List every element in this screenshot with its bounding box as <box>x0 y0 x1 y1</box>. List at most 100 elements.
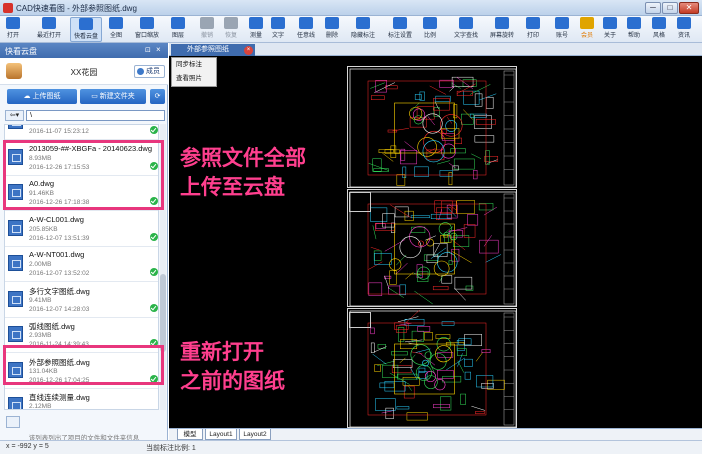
detail-frame <box>349 192 371 212</box>
toolbar-button-label: 快看云盘 <box>73 34 98 40</box>
help-icon <box>627 17 641 29</box>
toolbar-button-text-search[interactable]: 文字查找 <box>450 17 482 42</box>
scrollbar-thumb[interactable] <box>160 274 166 352</box>
maximize-button[interactable]: □ <box>662 2 678 14</box>
synced-check-icon <box>150 126 158 134</box>
dwg-file-icon <box>8 397 23 409</box>
main-toolbar: 打开 最近打开 快看云盘 全图 窗口缩放 图层 撤销 恢复 测量 文字 任意线 删除 隐藏标注 标注设置 比… <box>0 16 702 43</box>
detail-frame <box>349 312 371 328</box>
upload-label: 上传图纸 <box>32 93 61 100</box>
user-account-icon <box>555 17 569 29</box>
toolbar-button-style[interactable]: 风格 <box>649 17 669 42</box>
toolbar-button-label: 窗口缩放 <box>134 33 159 39</box>
toolbar-button-label: 文字 <box>271 33 284 39</box>
fit-extents-icon <box>109 17 123 29</box>
toolbar-button-label: 帮助 <box>627 33 640 39</box>
toolbar-button-fit-extents[interactable]: 全图 <box>106 17 126 42</box>
toolbar-button-news[interactable]: 资讯 <box>674 17 694 42</box>
style-icon <box>652 17 666 29</box>
file-name: 弧线图纸.dwg <box>29 322 75 331</box>
file-list-item[interactable]: 多行文字图纸.dwg 9.41MB 2016-12-07 14:28:03 <box>5 283 158 318</box>
path-input[interactable] <box>26 110 165 121</box>
toolbar-button-cloud[interactable]: 快看云盘 <box>70 17 102 42</box>
file-date: 2016-12-07 14:28:03 <box>29 306 90 313</box>
cad-drawing-content <box>349 191 517 307</box>
toolbar-button-label: 屏幕旋转 <box>489 33 514 39</box>
toolbar-button-text[interactable]: 文字 <box>269 17 287 42</box>
file-list-item[interactable]: A-W-NT001.dwg 2.00MB 2016-12-07 13:52:02 <box>5 247 158 282</box>
back-button[interactable]: ⇦▾ <box>5 110 24 121</box>
toolbar-button-label: 隐藏标注 <box>350 33 375 39</box>
toolbar-button-redo[interactable]: 恢复 <box>221 17 241 42</box>
panel-header: 快看云盘 ⊡ × <box>0 43 168 58</box>
toolbar-button-info[interactable]: 关于 <box>600 17 620 42</box>
toolbar-button-scale[interactable]: 比例 <box>420 17 440 42</box>
folder-open-icon <box>6 17 20 29</box>
toolbar-button-folder-open[interactable]: 打开 <box>3 17 23 42</box>
toolbar-button-help[interactable]: 帮助 <box>624 17 644 42</box>
panel-title: 快看云盘 <box>5 47 37 56</box>
file-list-item[interactable]: A-W-CL001.dwg 205.85KB 2016-12-07 13:51:39 <box>5 212 158 247</box>
home-icon[interactable] <box>6 416 20 428</box>
toolbar-button-eraser[interactable]: 删除 <box>322 17 342 42</box>
toolbar-button-clock-history[interactable]: 最近打开 <box>33 17 65 42</box>
toolbar-button-label: 比例 <box>423 33 436 39</box>
toolbar-button-label: 任意线 <box>296 33 315 39</box>
new-folder-label: 新建文件夹 <box>99 93 135 100</box>
pin-icon[interactable]: ⊡ <box>145 46 151 54</box>
upload-drawing-button[interactable]: ☁ 上传图纸 <box>7 89 77 104</box>
context-menu-item-sync-annotations[interactable]: 同步标注 <box>172 58 216 72</box>
clock-history-icon <box>42 17 56 29</box>
cursor-coordinates: x = -992 y = 5 <box>6 443 49 450</box>
document-tab-label: 外部参照图纸 <box>187 46 229 53</box>
tab-layout2[interactable]: Layout2 <box>239 429 271 440</box>
zoom-window-icon <box>140 17 154 29</box>
toolbar-button-hide-annotation[interactable]: 隐藏标注 <box>346 17 380 42</box>
panel-footer: 该列表列出了项目的文件和文件夹信息 <box>0 412 168 443</box>
toolbar-button-measure[interactable]: 测量 <box>246 17 266 42</box>
hide-annotation-icon <box>356 17 370 29</box>
annotation-line: 参照文件全部 <box>180 146 306 170</box>
annotation-reopen-drawing: 重新打开 之前的图纸 <box>180 338 285 396</box>
file-list-item[interactable]: 直线连续测量.dwg 2.12MB <box>5 389 158 409</box>
toolbar-button-annotation-settings[interactable]: 标注设置 <box>385 17 415 42</box>
new-folder-button[interactable]: ▭ 新建文件夹 <box>80 89 146 104</box>
document-tab[interactable]: 外部参照图纸 × <box>171 44 255 56</box>
toolbar-button-undo[interactable]: 撤销 <box>197 17 217 42</box>
close-window-button[interactable]: ✕ <box>679 2 699 14</box>
toolbar-button-rotate-screen[interactable]: 屏幕旋转 <box>486 17 518 42</box>
panel-close-button[interactable]: × <box>156 45 161 54</box>
tab-model[interactable]: 模型 <box>177 429 203 440</box>
annotation-line: 之前的图纸 <box>180 369 285 393</box>
vip-icon <box>580 17 594 29</box>
toolbar-button-label: 打印 <box>526 33 539 39</box>
members-button[interactable]: 成员 <box>134 65 165 78</box>
layers-icon <box>171 17 185 29</box>
project-row: XX花园 成员 <box>0 58 168 85</box>
document-tab-close-icon[interactable]: × <box>244 46 253 55</box>
news-icon <box>677 17 691 29</box>
toolbar-button-user-account[interactable]: 账号 <box>552 17 572 42</box>
toolbar-button-freehand-line[interactable]: 任意线 <box>294 17 318 42</box>
context-menu-item-view-photos[interactable]: 查看照片 <box>172 72 216 86</box>
toolbar-button-label: 会员 <box>580 33 593 39</box>
path-row: ⇦▾ <box>0 109 168 123</box>
toolbar-button-label: 打开 <box>6 33 19 39</box>
cad-drawing-sheet <box>347 189 517 307</box>
refresh-button[interactable]: ⟳ <box>150 89 165 104</box>
app-logo-icon <box>3 3 13 13</box>
annotation-settings-icon <box>393 17 407 29</box>
toolbar-button-label: 测量 <box>249 33 262 39</box>
minimize-button[interactable]: ─ <box>645 2 661 14</box>
toolbar-button-printer[interactable]: 打印 <box>523 17 543 42</box>
file-list-item[interactable]: 2016-11-07 15:23:12 <box>5 125 158 140</box>
toolbar-button-label: 撤销 <box>200 33 213 39</box>
toolbar-button-layers[interactable]: 图层 <box>168 17 188 42</box>
highlight-box-reopened-file <box>3 345 164 385</box>
scale-icon <box>423 17 437 29</box>
toolbar-button-label: 风格 <box>652 33 665 39</box>
toolbar-button-vip[interactable]: 会员 <box>577 17 597 42</box>
toolbar-button-zoom-window[interactable]: 窗口缩放 <box>133 17 161 42</box>
info-icon <box>603 17 617 29</box>
tab-layout1[interactable]: Layout1 <box>205 429 237 440</box>
